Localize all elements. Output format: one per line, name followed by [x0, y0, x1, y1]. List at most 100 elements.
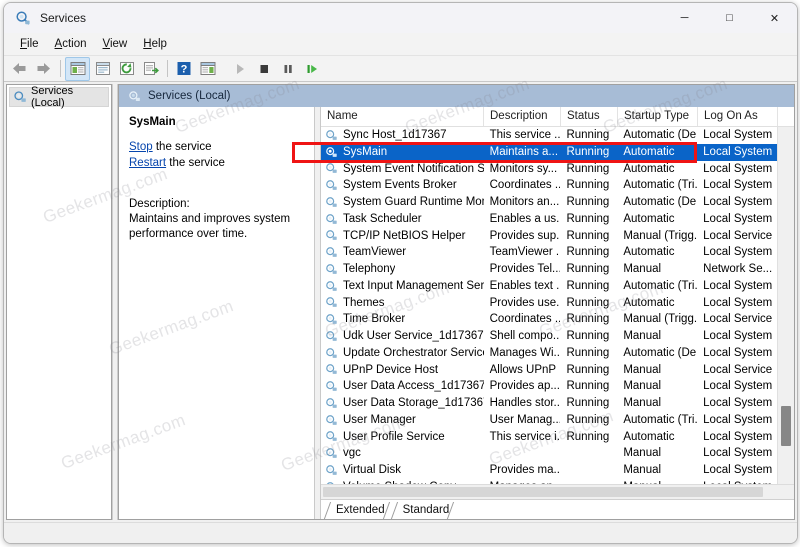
- table-row[interactable]: User Data Storage_1d17367 Handles stor...…: [321, 395, 777, 412]
- cell-logon: Network Se...: [703, 263, 773, 275]
- menu-file[interactable]: File: [12, 36, 47, 52]
- stop-service-icon[interactable]: [252, 58, 275, 80]
- table-row[interactable]: Update Orchestrator Service Manages Wi...…: [321, 345, 777, 362]
- cell-logon: Local System: [703, 246, 773, 259]
- cell-startup: Manual: [623, 363, 662, 376]
- table-row[interactable]: Themes Provides use... Running Automatic Loc…: [321, 295, 777, 312]
- pause-service-icon[interactable]: [276, 58, 299, 80]
- table-row[interactable]: SysMain Maintains a... Running Automatic Loc…: [321, 143, 777, 161]
- cell-name: User Data Access_1d17367: [321, 378, 484, 395]
- table-row[interactable]: TeamViewer TeamViewer ... Running Automatic…: [321, 244, 777, 261]
- service-name-label: vgc: [343, 447, 361, 460]
- tab-standard[interactable]: Standard: [394, 502, 459, 519]
- menu-help[interactable]: Help: [135, 36, 175, 52]
- service-gear-icon: [325, 414, 338, 427]
- cell-name: UPnP Device Host: [321, 362, 484, 379]
- details-list-splitter[interactable]: [314, 107, 321, 519]
- horizontal-scrollbar[interactable]: [321, 484, 794, 499]
- table-row[interactable]: Time Broker Coordinates ... Running Manual …: [321, 311, 777, 328]
- service-name-label: Time Broker: [343, 313, 406, 326]
- table-row[interactable]: Virtual Disk Provides ma... Manual Local Sy…: [321, 462, 777, 479]
- tree-item-services-local[interactable]: Services (Local): [9, 85, 109, 109]
- close-button[interactable]: ✕: [752, 3, 797, 33]
- forward-icon[interactable]: [32, 58, 55, 80]
- services-gear-icon: [128, 90, 141, 103]
- service-details-pane: SysMain Stop the service Restart the ser…: [119, 107, 314, 519]
- column-header-name[interactable]: Name: [321, 107, 484, 126]
- cell-startup: Manual (Trigg...: [623, 313, 698, 326]
- cell-name: System Event Notification S...: [321, 161, 484, 178]
- service-name-label: Sync Host_1d17367: [343, 129, 447, 141]
- table-row[interactable]: Text Input Management Ser... Enables text…: [321, 278, 777, 295]
- service-gear-icon: [325, 397, 338, 410]
- menu-view[interactable]: View: [95, 36, 136, 52]
- table-row[interactable]: User Profile Service This service i... Run…: [321, 429, 777, 446]
- cell-startup: Automatic (Tri...: [623, 279, 698, 292]
- table-row[interactable]: Task Scheduler Enables a us... Running Auto…: [321, 211, 777, 228]
- start-service-icon[interactable]: [228, 58, 251, 80]
- cell-name: vgc: [321, 445, 484, 462]
- table-row[interactable]: System Guard Runtime Mon... Monitors an..…: [321, 194, 777, 211]
- column-header-description[interactable]: Description: [484, 107, 561, 126]
- cell-logon: Local System: [703, 279, 773, 292]
- cell-status: Running: [566, 363, 610, 376]
- service-name-label: System Event Notification S...: [343, 162, 484, 175]
- services-gear-icon: [15, 10, 31, 26]
- service-name-label: TeamViewer: [343, 246, 407, 259]
- table-row[interactable]: User Data Access_1d17367 Provides ap... Ru…: [321, 378, 777, 395]
- service-name-label: System Guard Runtime Mon...: [343, 196, 484, 208]
- back-icon[interactable]: [8, 58, 31, 80]
- minimize-button[interactable]: ─: [662, 3, 707, 33]
- restart-service-icon[interactable]: [300, 58, 323, 80]
- table-row[interactable]: User Manager User Manag... Running Automati…: [321, 412, 777, 429]
- column-header-startup-type[interactable]: Startup Type: [618, 107, 698, 126]
- table-row[interactable]: Telephony Provides Tel... Running Manual Net…: [321, 261, 777, 278]
- content-pane: Services (Local) SysMain Stop the servic…: [118, 84, 795, 520]
- cell-description: User Manag...: [489, 413, 561, 426]
- cell-name: Udk User Service_1d17367: [321, 328, 484, 345]
- table-row[interactable]: TCP/IP NetBIOS Helper Provides sup... Runn…: [321, 228, 777, 245]
- column-header-log-on-as[interactable]: Log On As: [698, 107, 778, 126]
- show-hide-console-tree-icon[interactable]: [65, 56, 90, 81]
- restart-link[interactable]: Restart: [129, 157, 166, 169]
- svg-text:?: ?: [180, 63, 187, 75]
- show-action-pane-icon[interactable]: [196, 58, 219, 80]
- table-row[interactable]: UPnP Device Host Allows UPnP ... Running Ma…: [321, 362, 777, 379]
- table-row[interactable]: vgc Manual Local System: [321, 445, 777, 462]
- cell-name: Task Scheduler: [321, 211, 484, 228]
- stop-rest: the service: [152, 141, 212, 153]
- cell-logon: Local System: [703, 296, 773, 309]
- vertical-scrollbar[interactable]: [777, 127, 794, 484]
- cell-startup: Automatic: [623, 212, 675, 225]
- vertical-scrollbar-thumb[interactable]: [781, 406, 791, 446]
- maximize-button[interactable]: □: [707, 3, 752, 33]
- help-icon[interactable]: ?: [172, 58, 195, 80]
- table-row[interactable]: Udk User Service_1d17367 Shell compo... Ru…: [321, 328, 777, 345]
- cell-description: Provides ma...: [489, 464, 561, 476]
- service-name-label: Virtual Disk: [343, 464, 401, 476]
- export-list-icon[interactable]: [139, 58, 162, 80]
- cell-startup: Automatic (Tri...: [623, 179, 698, 192]
- column-header-status[interactable]: Status: [561, 107, 618, 126]
- table-row[interactable]: System Event Notification S... Monitors s…: [321, 161, 777, 178]
- menu-action[interactable]: Action: [47, 36, 95, 52]
- cell-startup: Automatic (De...: [623, 129, 697, 141]
- refresh-icon[interactable]: [115, 58, 138, 80]
- cell-logon: Local System: [703, 129, 773, 141]
- tab-extended[interactable]: Extended: [327, 502, 394, 519]
- horizontal-scrollbar-thumb[interactable]: [323, 487, 763, 497]
- service-gear-icon: [325, 313, 338, 326]
- properties-icon[interactable]: [91, 58, 114, 80]
- header-tab-services-local[interactable]: Services (Local): [119, 85, 244, 107]
- cell-startup: Manual: [623, 330, 662, 342]
- stop-link[interactable]: Stop: [129, 141, 153, 153]
- table-row[interactable]: System Events Broker Coordinates ... Runni…: [321, 177, 777, 194]
- cell-status: Running: [566, 162, 610, 175]
- service-gear-icon: [325, 196, 338, 209]
- table-row[interactable]: Sync Host_1d17367 This service ... Running…: [321, 127, 777, 144]
- action-restart-service[interactable]: Restart the service: [129, 155, 304, 171]
- cell-name: User Profile Service: [321, 429, 484, 446]
- service-gear-icon: [325, 263, 338, 276]
- action-stop-service[interactable]: Stop the service: [129, 139, 304, 155]
- cell-description: Monitors sy...: [489, 162, 558, 175]
